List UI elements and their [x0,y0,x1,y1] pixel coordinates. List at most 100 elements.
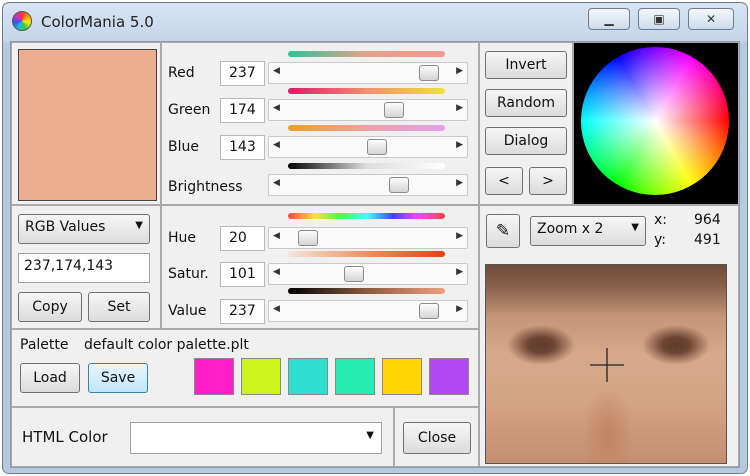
app-window: ColorMania 5.0 ▁ ▣ ✕ Red 237 ◀ ▶ Green 1… [2,2,748,474]
value-gradient-bar [288,288,445,294]
maximize-button[interactable]: ▣ [638,8,680,30]
slider-thumb[interactable] [419,303,439,319]
save-palette-button[interactable]: Save [88,363,148,393]
palette-panel: Palette default color palette.plt Load S… [11,329,479,407]
slider-right-arrow-icon[interactable]: ▶ [456,231,463,241]
palette-color[interactable] [335,358,375,395]
color-swatch [18,49,157,201]
green-value-field[interactable]: 174 [220,98,265,123]
set-button[interactable]: Set [88,292,150,322]
slider-right-arrow-icon[interactable]: ▶ [456,103,463,113]
color-wheel-app-icon [12,11,32,31]
invert-button[interactable]: Invert [485,51,567,79]
y-coordinate-label: y: [654,232,666,248]
slider-left-arrow-icon[interactable]: ◀ [273,267,280,277]
blue-label: Blue [168,139,199,155]
hue-gradient-bar [288,213,445,219]
zoom-panel: ✎ Zoom x 2 ▼ x: 964 y: 491 [479,205,739,467]
eyedropper-icon: ✎ [495,221,511,241]
hue-slider[interactable]: ◀ ▶ [268,227,468,249]
slider-thumb[interactable] [298,230,318,246]
load-palette-button[interactable]: Load [20,363,80,393]
red-value-field[interactable]: 237 [220,61,265,86]
palette-file-name: default color palette.plt [84,337,249,353]
minimize-button[interactable]: ▁ [588,8,630,30]
palette-label: Palette [20,337,69,353]
red-gradient-bar [288,51,445,57]
brightness-slider[interactable]: ◀ ▶ [268,174,468,196]
close-button[interactable]: Close [403,422,471,454]
format-select[interactable]: RGB Values ▼ [18,214,150,244]
saturation-value-field[interactable]: 101 [220,262,265,287]
x-coordinate-label: x: [654,212,668,228]
format-selected-label: RGB Values [25,219,106,235]
dropdown-caret-icon: ▼ [135,220,143,231]
color-wheel[interactable] [581,47,729,195]
previous-color-button[interactable]: < [485,167,523,195]
zoom-select[interactable]: Zoom x 2 ▼ [530,216,646,246]
random-button[interactable]: Random [485,89,567,117]
eyedropper-button[interactable]: ✎ [486,214,520,248]
dialog-button[interactable]: Dialog [485,127,567,155]
html-color-label: HTML Color [22,428,108,446]
x-coordinate-value: 964 [694,212,721,228]
zoom-preview-image[interactable] [485,264,727,464]
zoom-selected-label: Zoom x 2 [537,221,604,237]
client-area: Red 237 ◀ ▶ Green 174 ◀ ▶ Blue 143 ◀ ▶ B… [10,41,740,468]
format-panel: RGB Values ▼ 237,174,143 Copy Set [11,205,161,329]
blue-gradient-bar [288,125,445,131]
green-slider[interactable]: ◀ ▶ [268,99,468,121]
saturation-slider[interactable]: ◀ ▶ [268,263,468,285]
y-coordinate-value: 491 [694,232,721,248]
slider-left-arrow-icon[interactable]: ◀ [273,66,280,76]
dropdown-caret-icon: ▼ [631,222,639,233]
brightness-label: Brightness [168,179,243,195]
color-preview-panel [11,42,161,205]
slider-right-arrow-icon[interactable]: ▶ [456,267,463,277]
slider-left-arrow-icon[interactable]: ◀ [273,304,280,314]
value-value-field[interactable]: 237 [220,299,265,324]
dropdown-caret-icon: ▼ [366,430,374,441]
palette-color[interactable] [382,358,422,395]
palette-color[interactable] [288,358,328,395]
red-slider[interactable]: ◀ ▶ [268,62,468,84]
hue-value-field[interactable]: 20 [220,226,265,251]
slider-left-arrow-icon[interactable]: ◀ [273,178,280,188]
slider-thumb[interactable] [419,65,439,81]
slider-left-arrow-icon[interactable]: ◀ [273,103,280,113]
color-wheel-panel [573,42,739,205]
slider-right-arrow-icon[interactable]: ▶ [456,140,463,150]
next-color-button[interactable]: > [529,167,567,195]
window-title: ColorMania 5.0 [41,13,154,31]
title-bar: ColorMania 5.0 ▁ ▣ ✕ [3,3,747,41]
close-window-button[interactable]: ✕ [688,8,734,30]
palette-color[interactable] [241,358,281,395]
brightness-gradient-bar [288,163,445,169]
green-label: Green [168,102,211,118]
slider-thumb[interactable] [367,139,387,155]
blue-slider[interactable]: ◀ ▶ [268,136,468,158]
slider-left-arrow-icon[interactable]: ◀ [273,231,280,241]
actions-panel: Invert Random Dialog < > [479,42,573,205]
blue-value-field[interactable]: 143 [220,135,265,160]
slider-left-arrow-icon[interactable]: ◀ [273,140,280,150]
slider-right-arrow-icon[interactable]: ▶ [456,304,463,314]
close-panel: Close [394,407,479,467]
html-color-panel: HTML Color ▼ [11,407,394,467]
html-color-combobox[interactable]: ▼ [130,422,382,454]
hue-label: Hue [168,230,197,246]
slider-thumb[interactable] [384,102,404,118]
green-gradient-bar [288,88,445,94]
slider-right-arrow-icon[interactable]: ▶ [456,178,463,188]
hsv-panel: Hue 20 ◀ ▶ Satur. 101 ◀ ▶ Value 237 ◀ ▶ [161,205,479,329]
color-value-field[interactable]: 237,174,143 [18,253,150,283]
copy-button[interactable]: Copy [18,292,82,322]
slider-thumb[interactable] [344,266,364,282]
slider-right-arrow-icon[interactable]: ▶ [456,66,463,76]
slider-thumb[interactable] [389,177,409,193]
palette-color[interactable] [194,358,234,395]
palette-color[interactable] [429,358,469,395]
crosshair-icon [590,348,624,382]
red-label: Red [168,65,195,81]
value-slider[interactable]: ◀ ▶ [268,300,468,322]
